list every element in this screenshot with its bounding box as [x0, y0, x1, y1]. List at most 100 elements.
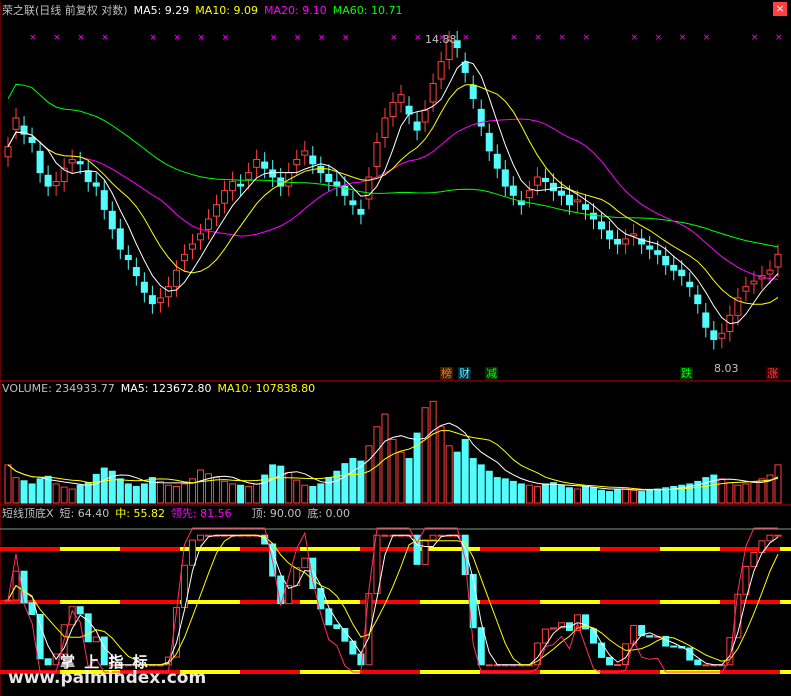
- event-tag-rank[interactable]: 榜: [440, 367, 453, 380]
- volume-bar: [245, 485, 253, 504]
- candle-body: [614, 238, 622, 245]
- indicator-band-high-segment: [480, 547, 540, 551]
- indicator-candle: [44, 658, 52, 666]
- candle-body: [525, 190, 533, 199]
- volume-bar: [221, 480, 229, 504]
- indicator-candle: [606, 656, 614, 666]
- volume-bar: [445, 445, 453, 504]
- volume-bar: [301, 484, 309, 504]
- indicator-candle: [477, 627, 485, 666]
- indicator-candle: [4, 599, 12, 602]
- indicator-candle: [92, 636, 100, 643]
- volume-bar: [100, 467, 108, 504]
- indicator-mid: 中: 55.82: [115, 507, 165, 520]
- indicator-candle: [646, 635, 654, 638]
- indicator-candle: [309, 557, 317, 589]
- purple-x-marker-icon: ×: [510, 33, 518, 43]
- event-tag-fall[interactable]: 跌: [680, 367, 693, 380]
- close-icon[interactable]: ×: [773, 2, 787, 16]
- indicator-candle: [301, 557, 309, 569]
- volume-bar: [517, 483, 525, 504]
- candle-body: [429, 82, 437, 103]
- candle-body: [100, 190, 108, 210]
- volume-bar: [325, 477, 333, 504]
- indicator-candle: [485, 664, 493, 667]
- purple-x-marker-icon: ×: [775, 33, 783, 43]
- volume-bar: [76, 484, 84, 504]
- purple-x-marker-icon: ×: [534, 33, 542, 43]
- candle-body: [421, 109, 429, 123]
- candle-body: [477, 108, 485, 127]
- candle-body: [253, 158, 261, 168]
- candle-body: [76, 161, 84, 165]
- event-tag-rise[interactable]: 涨: [766, 367, 779, 380]
- volume-bar: [453, 451, 461, 504]
- indicator-band-high-segment: [720, 547, 780, 551]
- candle-body: [205, 218, 213, 230]
- candle-body: [4, 146, 12, 158]
- indicator-band-mid-segment: [120, 600, 180, 604]
- volume-bar: [68, 488, 76, 504]
- volume-bar: [237, 484, 245, 504]
- volume-bar: [365, 445, 373, 504]
- purple-x-marker-icon: ×: [318, 33, 326, 43]
- candle-body: [124, 254, 132, 261]
- volume-bar: [750, 480, 758, 504]
- candle-body: [237, 183, 245, 187]
- candle-body: [309, 155, 317, 165]
- volume-bar: [140, 483, 148, 504]
- volume-bar: [710, 474, 718, 504]
- event-tag-reduce[interactable]: 减: [485, 367, 498, 380]
- purple-x-marker-icon: ×: [294, 33, 302, 43]
- candle-body: [622, 238, 630, 245]
- indicator-candle: [293, 567, 301, 587]
- candle-body: [188, 243, 196, 250]
- candle-body: [461, 61, 469, 73]
- indicator-candle: [670, 645, 678, 648]
- candle-body: [108, 210, 116, 230]
- candle-body: [485, 132, 493, 152]
- volume-bar: [606, 491, 614, 504]
- indicator-candle: [20, 570, 28, 604]
- volume-bar: [293, 479, 301, 504]
- purple-x-marker-icon: ×: [582, 33, 590, 43]
- indicator-band-mid-segment: [300, 600, 360, 604]
- volume-bar: [373, 426, 381, 504]
- volume-bar: [638, 491, 646, 504]
- ma5-readout: MA5: 9.29: [133, 4, 190, 17]
- volume-readout: VOLUME: 234933.77: [2, 382, 115, 395]
- indicator-candle: [84, 613, 92, 643]
- indicator-candle: [357, 653, 365, 666]
- candle-body: [766, 269, 774, 275]
- volume-bar: [172, 485, 180, 504]
- indicator-top: 顶: 90.00: [251, 507, 302, 520]
- candle-body: [598, 221, 606, 230]
- candle-body: [148, 295, 156, 305]
- candle-body: [317, 165, 325, 174]
- volume-bar: [702, 477, 710, 504]
- volume-bar: [509, 480, 517, 504]
- candle-body: [68, 158, 76, 164]
- event-tag-finance[interactable]: 财: [458, 367, 471, 380]
- volume-bar: [213, 477, 221, 504]
- candle-body: [373, 141, 381, 167]
- volume-bar: [581, 485, 590, 504]
- indicator-band-high-segment: [0, 547, 60, 551]
- purple-x-marker-icon: ×: [342, 33, 350, 43]
- indicator-band-high-segment: [300, 547, 360, 551]
- volume-bar: [196, 469, 205, 504]
- chart-canvas[interactable]: × × × × × × × × × × × × × × × × × × × × × × × × × ×: [0, 0, 791, 696]
- volume-bar: [20, 480, 28, 504]
- candle-body: [229, 181, 237, 192]
- volume-bar: [317, 483, 325, 504]
- candle-body: [164, 286, 172, 298]
- main-header: 荣之联(日线 前复权 对数) MA5: 9.29 MA10: 9.09 MA20: 9…: [2, 4, 408, 17]
- indicator-band-mid-segment: [720, 600, 780, 604]
- candle-body: [549, 182, 557, 192]
- indicator-band-high-segment: [600, 547, 660, 551]
- indicator-band-high-segment: [120, 547, 180, 551]
- indicator-band-low-segment: [720, 670, 780, 674]
- volume-bar: [421, 407, 429, 504]
- volume-header: VOLUME: 234933.77 MA5: 123672.80 MA10: 107…: [2, 382, 321, 395]
- volume-bar: [269, 464, 277, 504]
